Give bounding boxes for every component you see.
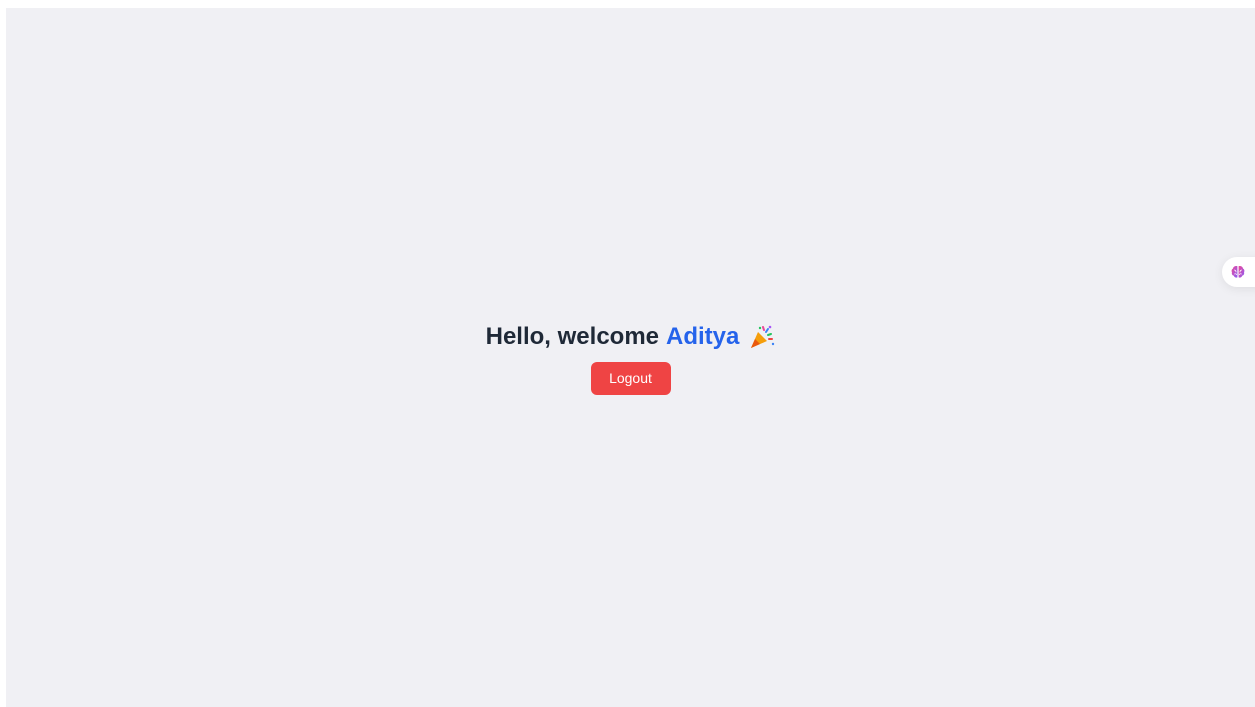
user-name: Aditya — [666, 322, 740, 350]
greeting-prefix: Hello, welcome — [485, 322, 660, 350]
party-popper-icon — [749, 324, 775, 350]
app-viewport: Hello, welcome Aditya Logout — [6, 8, 1255, 707]
assistant-side-tab[interactable] — [1222, 257, 1255, 287]
welcome-heading: Hello, welcome Aditya — [486, 321, 776, 353]
logout-button[interactable]: Logout — [590, 361, 671, 395]
brain-icon — [1230, 264, 1246, 280]
welcome-panel: Hello, welcome Aditya Logout — [6, 8, 1255, 707]
